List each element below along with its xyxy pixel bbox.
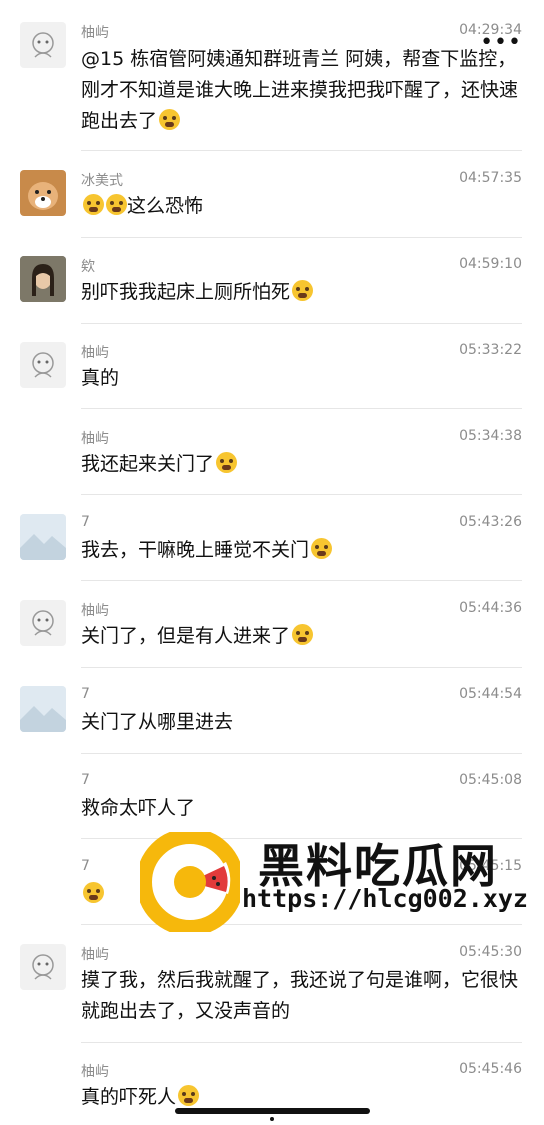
message-time: 05:44:36 <box>459 600 522 616</box>
message-text: 摸了我，然后我就醒了，我还说了句是谁啊，它很快就跑出去了，又没声音的 <box>81 969 519 1022</box>
sender-name: 冰美式 <box>81 173 123 189</box>
message-time: 05:45:46 <box>459 1061 522 1077</box>
message-text: 救命太吓人了 <box>81 797 196 819</box>
avatar[interactable] <box>20 256 66 302</box>
message-text: 这么恐怖 <box>81 191 521 222</box>
sender-name: 7 <box>81 514 90 530</box>
watermark: 黑料吃瓜网 https://hlcg002.xyz <box>140 826 530 936</box>
sender-name: 柚屿 <box>81 345 109 361</box>
sender-name: 7 <box>81 772 90 788</box>
watermelon-logo-icon <box>140 832 240 932</box>
message-time: 04:59:10 <box>459 256 522 272</box>
message-text: @15 栋宿管阿姨通知群班青兰 阿姨，帮查下监控，刚才不知道是谁大晚上进来摸我把… <box>81 48 519 132</box>
avatar[interactable] <box>20 342 66 388</box>
sender-name: 柚屿 <box>81 25 109 41</box>
avatar[interactable] <box>20 22 66 68</box>
flushed-face-icon <box>83 194 104 215</box>
divider <box>81 408 522 409</box>
message-time: 05:33:22 <box>459 342 522 358</box>
divider <box>81 667 522 668</box>
crying-face-icon <box>83 882 104 903</box>
crying-face-icon <box>311 538 333 559</box>
avatar[interactable] <box>20 600 66 646</box>
divider <box>81 237 522 238</box>
divider <box>81 580 522 581</box>
avatar[interactable] <box>20 514 66 560</box>
sender-name: 7 <box>81 858 90 874</box>
flushed-face-icon <box>106 194 127 215</box>
sender-name: 柚屿 <box>81 947 109 963</box>
sender-name: 柚屿 <box>81 431 109 447</box>
crying-face-icon <box>292 624 314 645</box>
crying-face-icon <box>216 452 238 473</box>
divider <box>81 150 522 151</box>
sender-name: 7 <box>81 686 90 702</box>
message-time: 04:29:34 <box>459 22 522 38</box>
divider <box>81 494 522 495</box>
divider <box>81 753 522 754</box>
flushed-face-icon <box>292 280 314 301</box>
message-text: 别吓我我起床上厕所怕死 <box>81 277 521 308</box>
message-time: 05:43:26 <box>459 514 522 530</box>
divider <box>81 1042 522 1043</box>
divider <box>81 323 522 324</box>
message-time: 05:45:08 <box>459 772 522 788</box>
sender-name: 欸 <box>81 259 95 275</box>
message-time: 05:45:30 <box>459 944 522 960</box>
message-text: 我还起来关门了 <box>81 449 521 480</box>
crying-face-icon <box>159 109 181 130</box>
avatar[interactable] <box>20 170 66 216</box>
avatar[interactable] <box>20 686 66 732</box>
message-time: 05:44:54 <box>459 686 522 702</box>
message-text: 真的 <box>81 367 120 389</box>
watermark-url: https://hlcg002.xyz <box>242 884 528 913</box>
avatar[interactable] <box>20 944 66 990</box>
message-text: 关门了，但是有人进来了 <box>81 621 521 652</box>
sender-name: 柚屿 <box>81 603 109 619</box>
message-text: 我去，干嘛晚上睡觉不关门 <box>81 535 521 566</box>
crying-face-icon <box>178 1085 200 1106</box>
message-time: 05:34:38 <box>459 428 522 444</box>
home-indicator[interactable] <box>175 1108 370 1114</box>
page-indicator-dot <box>270 1117 274 1121</box>
sender-name: 柚屿 <box>81 1064 109 1080</box>
message-text: 关门了从哪里进去 <box>81 711 234 733</box>
message-time: 04:57:35 <box>459 170 522 186</box>
